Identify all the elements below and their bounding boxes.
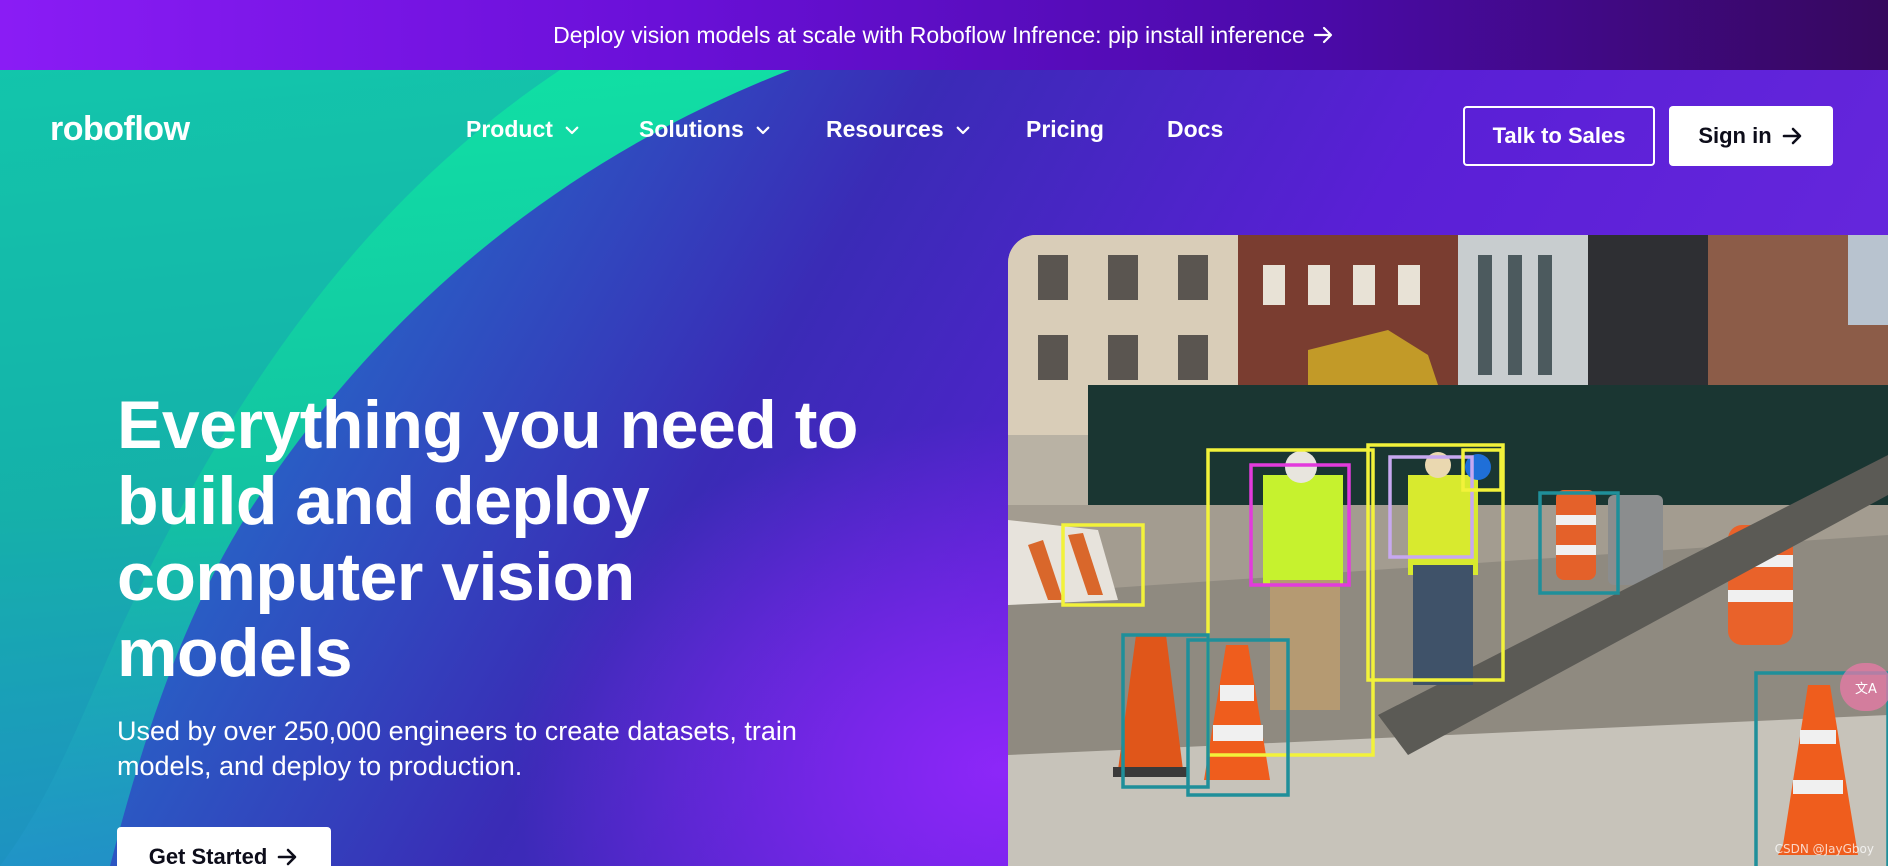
nav-resources[interactable]: Resources: [826, 116, 1026, 143]
nav-resources-label: Resources: [826, 116, 944, 142]
arrow-right-icon: [1782, 127, 1801, 145]
get-started-button[interactable]: Get Started: [117, 827, 331, 866]
nav-pricing[interactable]: Pricing: [1026, 116, 1167, 143]
chevron-down-icon: [756, 126, 770, 134]
arrow-right-icon: [277, 848, 297, 866]
construction-scene-image: [1008, 235, 1888, 866]
translate-icon[interactable]: 文A: [1840, 663, 1888, 711]
get-started-label: Get Started: [148, 844, 268, 866]
chevron-down-icon: [956, 126, 969, 134]
nav-solutions[interactable]: Solutions: [639, 116, 826, 143]
announcement-text: Deploy vision models at scale with Robof…: [553, 21, 1305, 48]
sign-in-label: Sign in: [1698, 123, 1772, 148]
nav-product[interactable]: Product: [466, 116, 639, 143]
sign-in-button[interactable]: Sign in: [1669, 106, 1833, 166]
nav-product-label: Product: [466, 116, 553, 142]
nav-docs[interactable]: Docs: [1167, 116, 1223, 143]
nav-pricing-label: Pricing: [1026, 116, 1104, 142]
announcement-link[interactable]: Deploy vision models at scale with Robof…: [553, 22, 1335, 49]
talk-to-sales-label: Talk to Sales: [1492, 123, 1626, 148]
talk-to-sales-button[interactable]: Talk to Sales: [1463, 106, 1655, 166]
chevron-down-icon: [565, 126, 579, 134]
nav-docs-label: Docs: [1167, 116, 1224, 142]
hero-headline: Everything you need to build and deploy …: [117, 387, 858, 691]
watermark: CSDN @JayGboy: [1774, 842, 1874, 856]
announcement-bar: Deploy vision models at scale with Robof…: [0, 0, 1888, 70]
arrow-right-icon: [1313, 26, 1332, 44]
nav-solutions-label: Solutions: [639, 116, 744, 142]
roboflow-logo[interactable]: roboflow: [50, 110, 190, 149]
hero-video[interactable]: CSDN @JayGboy: [1008, 235, 1888, 866]
translate-badge-label: 文A: [1855, 681, 1877, 697]
main-nav: Product Solutions Resources Pricing Docs: [466, 116, 1223, 143]
hero-subline: Used by over 250,000 engineers to create…: [117, 716, 797, 781]
